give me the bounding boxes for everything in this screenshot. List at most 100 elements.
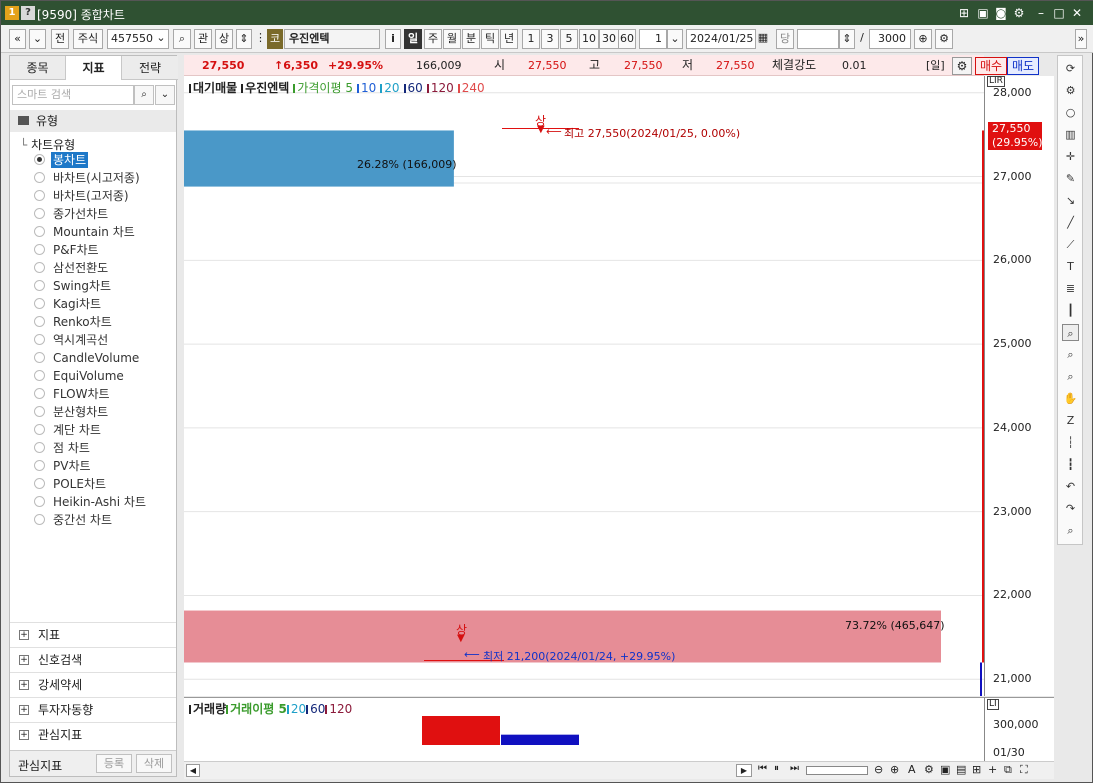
radio-icon[interactable] — [34, 514, 45, 525]
price-axis[interactable]: LIR 28,000 27,000 26,000 25,000 24,000 23,000… — [984, 76, 1054, 696]
quantity-stepper[interactable]: ⇕ — [839, 29, 855, 49]
chart-type-option[interactable]: 분산형차트 — [34, 404, 174, 420]
price-chart[interactable]: 대기매물 우진엔텍 가격이평 5 10 20 60 120 240 26.28% (166,0… — [184, 76, 984, 696]
hand-icon[interactable]: ✋ — [1062, 390, 1079, 407]
chart-type-option[interactable]: FLOW차트 — [34, 386, 174, 402]
updown-stepper-icon[interactable]: ⇕ — [236, 29, 252, 49]
radio-icon[interactable] — [34, 172, 45, 183]
chart-type-option[interactable]: POLE차트 — [34, 476, 174, 492]
info-button[interactable]: i — [385, 29, 401, 49]
chart-type-option[interactable]: Swing차트 — [34, 278, 174, 294]
group-indicator[interactable]: + 지표 — [10, 622, 176, 647]
z-icon[interactable]: Z — [1062, 412, 1079, 429]
arrow-icon[interactable]: ↘ — [1062, 192, 1079, 209]
gear-icon[interactable]: ⚙ — [1011, 5, 1027, 21]
chevron-down-icon[interactable]: ⌄ — [155, 85, 175, 105]
sang-button[interactable]: 상 — [215, 29, 233, 49]
radio-icon[interactable] — [34, 424, 45, 435]
last-page-icon[interactable]: ⏭ — [790, 763, 799, 774]
volume-pane[interactable]: 거래량 거래이평 5 20 60 120 — [184, 697, 984, 761]
period-month-button[interactable]: 월 — [443, 29, 461, 49]
zoom-icon[interactable]: ⌕ — [1062, 324, 1079, 341]
radio-icon[interactable] — [34, 334, 45, 345]
period-week-button[interactable]: 주 — [424, 29, 442, 49]
chart-type-option[interactable]: Heikin-Ashi 차트 — [34, 494, 174, 510]
calendar-icon[interactable]: ▦ — [755, 29, 771, 49]
zoom-out-icon[interactable]: ⊖ — [874, 763, 883, 776]
settings-icon[interactable]: ⚙ — [935, 29, 953, 49]
legend-item[interactable]: 120 — [426, 81, 454, 95]
redo-icon[interactable]: ↷ — [1062, 500, 1079, 517]
radio-icon[interactable] — [34, 406, 45, 417]
chart-scrollbar[interactable]: ◀ ▶ ⏮ ⏸ ⏭ ⊖ ⊕ A ⚙ ▣ ▤ ⊞ + ⧉ ⛶ — [184, 761, 1054, 779]
interval-10-button[interactable]: 10 — [579, 29, 599, 49]
legend-item[interactable]: 240 — [457, 81, 485, 95]
chart-type-option[interactable]: P&F차트 — [34, 242, 174, 258]
candle-icon[interactable]: ┃ — [1062, 302, 1079, 319]
chart-icon[interactable]: ▥ — [1062, 126, 1079, 143]
radio-icon[interactable] — [34, 298, 45, 309]
chart-type-option[interactable]: 바차트(고저종) — [34, 188, 174, 204]
gear-icon[interactable]: ⚙ — [1062, 82, 1079, 99]
grid-lines-icon[interactable]: ┇ — [1062, 456, 1079, 473]
nav-down-button[interactable]: ⌄ — [29, 29, 46, 49]
period-tick-button[interactable]: 틱 — [481, 29, 499, 49]
radio-icon[interactable] — [34, 190, 45, 201]
zoom-in-icon[interactable]: ⊕ — [914, 29, 932, 49]
zoom-list-icon[interactable]: ⌕ — [1062, 346, 1079, 363]
chart-type-option[interactable]: 바차트(시고저종) — [34, 170, 174, 186]
maximize-icon[interactable]: □ — [1051, 5, 1067, 21]
line-icon[interactable]: ╱ — [1062, 214, 1079, 231]
magnify-icon[interactable]: ⌕ — [1062, 522, 1079, 539]
circle-icon[interactable]: ○ — [1062, 104, 1079, 121]
interval-3-button[interactable]: 3 — [541, 29, 559, 49]
first-page-icon[interactable]: ⏮ — [758, 763, 767, 774]
chart-type-option[interactable]: CandleVolume — [34, 350, 174, 366]
chart-type-option[interactable]: 역시계곡선 — [34, 332, 174, 348]
font-icon[interactable]: A — [908, 763, 916, 776]
chart-type-option[interactable]: Renko차트 — [34, 314, 174, 330]
interval-1-button[interactable]: 1 — [522, 29, 540, 49]
radio-icon[interactable] — [34, 154, 45, 165]
legend-item[interactable]: 20 — [286, 702, 306, 716]
legend-item[interactable]: 가격이평 5 — [293, 81, 353, 95]
radio-icon[interactable] — [34, 442, 45, 453]
gwan-button[interactable]: 관 — [194, 29, 212, 49]
legend-item[interactable]: 20 — [380, 81, 400, 95]
expand-button[interactable]: » — [1075, 29, 1087, 49]
minimize-icon[interactable]: – — [1033, 5, 1049, 21]
zoom-in-icon[interactable]: ⊕ — [890, 763, 899, 776]
period-year-button[interactable]: 년 — [500, 29, 518, 49]
search-icon[interactable]: ⌕ — [134, 85, 154, 105]
fullscreen-icon[interactable]: ⛶ — [1020, 763, 1028, 777]
quantity-input[interactable] — [797, 29, 839, 49]
date-input[interactable]: 2024/01/25 — [686, 29, 756, 49]
radio-icon[interactable] — [34, 262, 45, 273]
cross-icon[interactable]: ✛ — [1062, 148, 1079, 165]
help-badge[interactable]: ? — [21, 6, 35, 20]
tree-root[interactable]: └ 차트유형 — [20, 136, 75, 153]
count-input[interactable]: 1 — [639, 29, 667, 49]
screen-number-badge[interactable]: 1 — [5, 6, 19, 20]
period-day-button[interactable]: 일 — [404, 29, 422, 49]
chart-type-option[interactable]: 종가선차트 — [34, 206, 174, 222]
radio-icon[interactable] — [34, 460, 45, 471]
chart-type-option[interactable]: 봉차트 — [34, 152, 174, 168]
radio-icon[interactable] — [34, 478, 45, 489]
count-dropdown-icon[interactable]: ⌄ — [667, 29, 683, 49]
fibo-icon[interactable]: ≣ — [1062, 280, 1079, 297]
delete-button[interactable]: 삭제 — [136, 754, 172, 773]
add-pane-icon[interactable]: ⊞ — [972, 763, 981, 776]
camera-icon[interactable]: ◙ — [993, 5, 1009, 21]
gear-icon[interactable]: ⚙ — [924, 763, 934, 776]
save-icon[interactable]: ▣ — [940, 763, 950, 776]
pen-icon[interactable]: ✎ — [1062, 170, 1079, 187]
radio-icon[interactable] — [34, 226, 45, 237]
search-icon[interactable]: ⌕ — [173, 29, 191, 49]
auto-line-icon[interactable]: ⟋ — [1062, 236, 1079, 253]
radio-icon[interactable] — [34, 316, 45, 327]
close-icon[interactable]: ✕ — [1069, 5, 1085, 21]
code-dropdown-icon[interactable]: ⌄ — [153, 29, 169, 49]
register-button[interactable]: 등록 — [96, 754, 132, 773]
tab-indicator[interactable]: 지표 — [66, 56, 122, 80]
